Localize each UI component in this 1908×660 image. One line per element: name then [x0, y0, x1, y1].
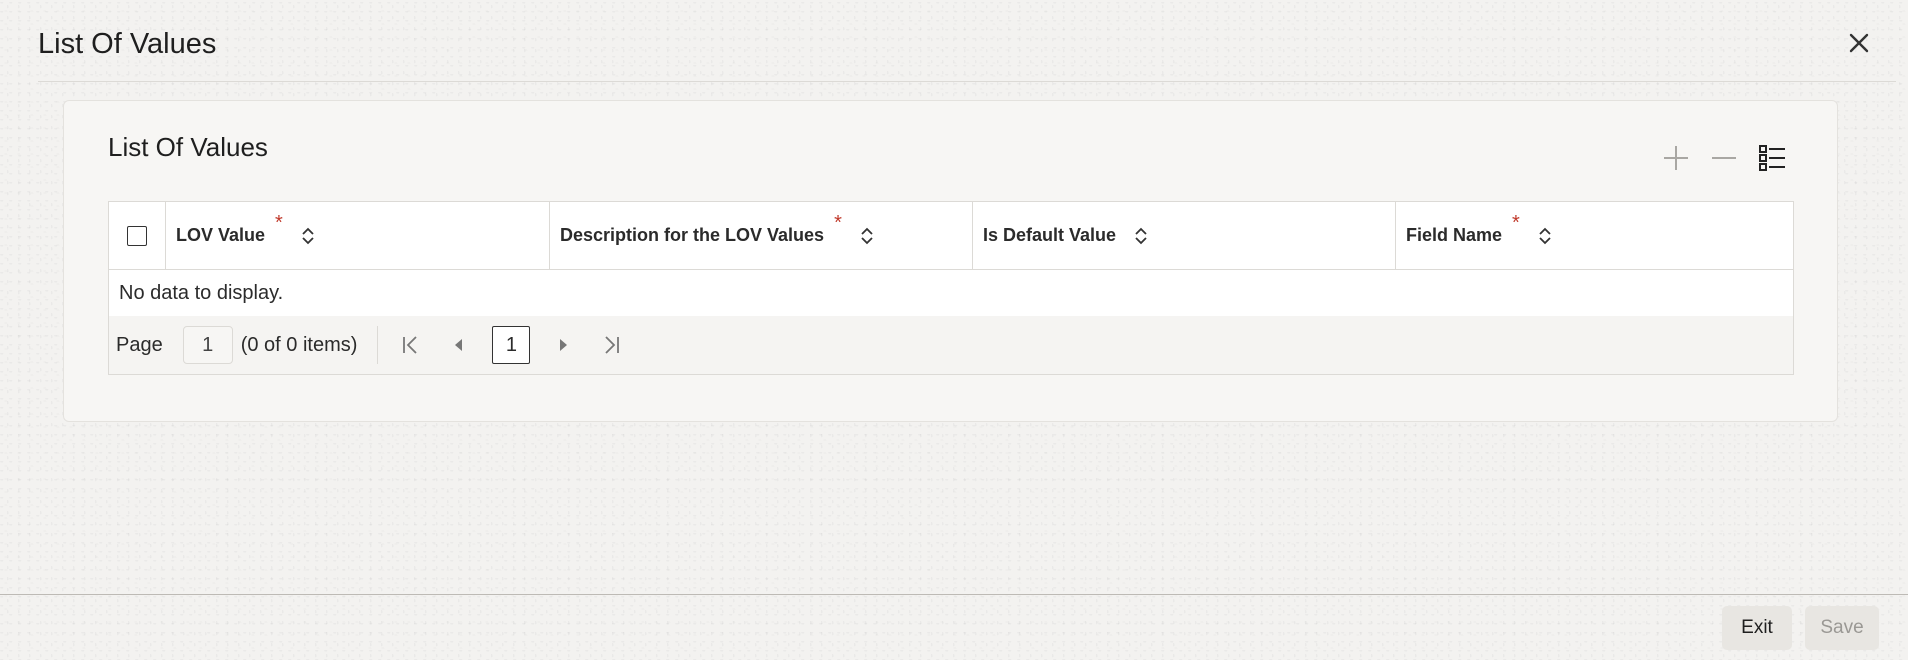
- column-header-description[interactable]: Description for the LOV Values *: [550, 202, 973, 269]
- save-button[interactable]: Save: [1805, 606, 1879, 650]
- last-page-icon: [605, 336, 620, 354]
- select-all-column: [109, 202, 166, 269]
- column-label: Field Name: [1406, 225, 1503, 245]
- plus-icon: [1664, 146, 1688, 170]
- first-page-button[interactable]: [396, 330, 426, 360]
- panel-title: List Of Values: [108, 132, 268, 162]
- minus-icon: [1712, 157, 1736, 159]
- required-marker: *: [1512, 212, 1520, 234]
- close-icon: [1849, 33, 1869, 53]
- column-header-field-name[interactable]: Field Name *: [1396, 202, 1793, 269]
- list-of-values-panel: List Of Values LOV Value * Description f…: [63, 100, 1838, 422]
- sort-icon[interactable]: [1134, 226, 1148, 246]
- pagination-bar: Page 1 (0 of 0 items) 1: [109, 316, 1793, 374]
- required-marker: *: [834, 212, 842, 234]
- column-label: Is Default Value: [983, 225, 1117, 245]
- sort-icon[interactable]: [1538, 226, 1552, 246]
- previous-page-icon: [455, 339, 463, 351]
- list-columns-icon: [1759, 145, 1785, 171]
- grid-header: LOV Value * Description for the LOV Valu…: [109, 202, 1793, 270]
- empty-message: No data to display.: [119, 281, 284, 304]
- column-label: LOV Value: [176, 225, 266, 245]
- add-row-button[interactable]: [1659, 141, 1693, 175]
- required-marker: *: [275, 212, 283, 234]
- dialog-title: List Of Values: [38, 28, 217, 60]
- lov-grid: LOV Value * Description for the LOV Valu…: [108, 201, 1794, 375]
- dialog-header: List Of Values: [38, 0, 1896, 82]
- last-page-button[interactable]: [596, 330, 626, 360]
- next-page-icon: [560, 339, 568, 351]
- page-label: Page: [116, 333, 163, 356]
- pager-divider: [377, 326, 379, 364]
- columns-button[interactable]: [1755, 141, 1789, 175]
- remove-row-button[interactable]: [1707, 141, 1741, 175]
- sort-icon[interactable]: [301, 226, 315, 246]
- page-number-input[interactable]: 1: [182, 326, 233, 364]
- close-button[interactable]: [1844, 28, 1874, 58]
- first-page-icon: [403, 336, 418, 354]
- exit-button[interactable]: Exit: [1722, 606, 1792, 650]
- select-all-checkbox[interactable]: [127, 225, 147, 246]
- current-page-button[interactable]: 1: [492, 326, 531, 364]
- column-header-lov-value[interactable]: LOV Value *: [166, 202, 550, 269]
- footer-divider: [0, 594, 1908, 595]
- column-header-is-default-value[interactable]: Is Default Value: [973, 202, 1396, 269]
- items-summary: (0 of 0 items): [240, 333, 358, 356]
- grid-toolbar: [1659, 141, 1789, 175]
- column-label: Description for the LOV Values: [560, 225, 825, 245]
- previous-page-button[interactable]: [444, 330, 474, 360]
- next-page-button[interactable]: [548, 330, 578, 360]
- sort-icon[interactable]: [860, 226, 874, 246]
